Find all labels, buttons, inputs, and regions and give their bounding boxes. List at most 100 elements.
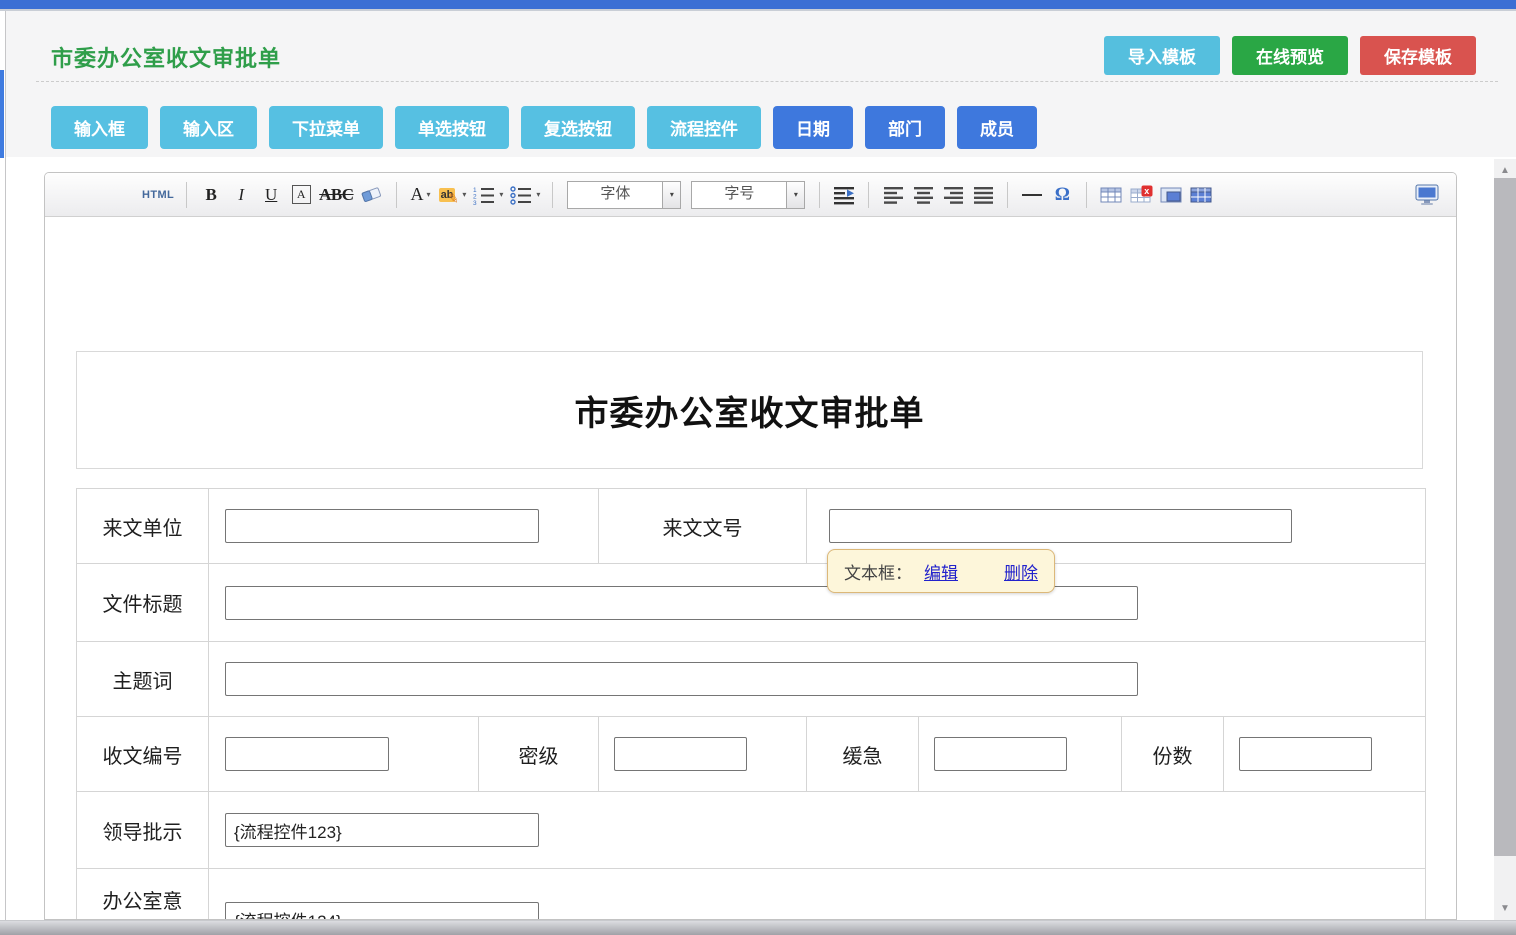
chevron-down-icon: ▾: [499, 190, 503, 199]
insert-department-button[interactable]: 部门: [865, 106, 945, 149]
receive-no-cell: [209, 717, 479, 792]
secrecy-label: 密级: [479, 717, 599, 792]
bottom-window-edge: [0, 920, 1516, 935]
indent-button[interactable]: [832, 180, 856, 210]
maximize-editor-button[interactable]: [1414, 180, 1440, 210]
edit-widget-link[interactable]: 编辑: [924, 559, 958, 584]
receive-no-input[interactable]: [225, 737, 389, 771]
leader-note-label: 领导批示: [77, 792, 209, 869]
content-area: HTML B I U A ABC A▾ ab✎▾ 123 ▾: [6, 157, 1516, 920]
insert-table-button[interactable]: [1099, 180, 1123, 210]
strikethrough-button[interactable]: ABC: [319, 180, 353, 210]
leader-note-cell: [209, 792, 1426, 869]
scroll-down-arrow[interactable]: ▼: [1494, 899, 1516, 917]
align-left-button[interactable]: [881, 180, 905, 210]
eraser-icon: [360, 185, 384, 205]
font-family-select[interactable]: 字体 ▾: [567, 181, 681, 209]
table-properties-icon: [1160, 186, 1182, 204]
from-unit-input[interactable]: [225, 509, 539, 543]
table-row: 办公室意: [77, 869, 1426, 920]
svg-text:x: x: [1144, 186, 1149, 196]
font-color-button[interactable]: A▾: [409, 180, 433, 210]
widget-tooltip: 文本框： 编辑 删除: [827, 549, 1055, 593]
table-row: 收文编号 密级 缓急 份数: [77, 717, 1426, 792]
toolbar-separator: [819, 182, 820, 208]
insert-dropdown-button[interactable]: 下拉菜单: [269, 106, 383, 149]
document-title: 市委办公室收文审批单: [575, 386, 925, 435]
from-unit-cell: [209, 489, 599, 564]
underline-button[interactable]: U: [259, 180, 283, 210]
align-center-button[interactable]: [911, 180, 935, 210]
italic-button[interactable]: I: [229, 180, 253, 210]
urgency-label: 缓急: [807, 717, 919, 792]
insert-date-button[interactable]: 日期: [773, 106, 853, 149]
special-char-button[interactable]: Ω: [1050, 180, 1074, 210]
insert-checkbox-button[interactable]: 复选按钮: [521, 106, 635, 149]
horizontal-line-icon: [1022, 194, 1042, 196]
table-row: 领导批示: [77, 792, 1426, 869]
vertical-scrollbar[interactable]: ▲ ▼: [1494, 159, 1516, 920]
unordered-list-button[interactable]: ▾: [509, 180, 540, 210]
ordered-list-button[interactable]: 123 ▾: [472, 180, 503, 210]
insert-input-box-button[interactable]: 输入框: [51, 106, 148, 149]
numbered-list-icon: 123: [472, 185, 496, 205]
chevron-down-icon: ▾: [536, 190, 540, 199]
font-style-button[interactable]: A: [289, 180, 313, 210]
remove-format-button[interactable]: [360, 180, 384, 210]
font-size-select[interactable]: 字号 ▾: [691, 181, 805, 209]
omega-icon: Ω: [1055, 184, 1070, 206]
delete-table-button[interactable]: x: [1129, 180, 1153, 210]
form-table: 来文单位 来文文号 文件标题 主题词 收文编号 密级: [76, 488, 1426, 919]
scroll-up-arrow[interactable]: ▲: [1494, 161, 1516, 179]
subject-input[interactable]: [225, 662, 1138, 696]
online-preview-button[interactable]: 在线预览: [1232, 36, 1348, 75]
office-opinion-input[interactable]: [225, 902, 539, 919]
delete-widget-link[interactable]: 删除: [1004, 559, 1038, 584]
urgency-input[interactable]: [934, 737, 1067, 771]
urgency-cell: [919, 717, 1122, 792]
html-source-button[interactable]: HTML: [142, 180, 174, 210]
editor-toolbar: HTML B I U A ABC A▾ ab✎▾ 123 ▾: [45, 173, 1456, 217]
document-title-cell: 市委办公室收文审批单: [76, 351, 1423, 469]
insert-radio-button[interactable]: 单选按钮: [395, 106, 509, 149]
cell-properties-button[interactable]: [1189, 180, 1213, 210]
horizontal-rule-button[interactable]: [1020, 180, 1044, 210]
pencil-icon: ✎: [447, 190, 461, 208]
rich-text-editor-canvas[interactable]: 市委办公室收文审批单 来文单位 来文文号 文件标题 主题: [45, 218, 1456, 919]
toolbar-separator: [1086, 182, 1087, 208]
top-blue-bar: [0, 0, 1516, 9]
cell-properties-icon: [1190, 186, 1212, 204]
insert-flow-control-button[interactable]: 流程控件: [647, 106, 761, 149]
page-title: 市委办公室收文审批单: [51, 41, 281, 73]
toolbar-separator: [186, 182, 187, 208]
bold-button[interactable]: B: [199, 180, 223, 210]
tooltip-label: 文本框：: [844, 559, 912, 584]
rich-text-editor: HTML B I U A ABC A▾ ab✎▾ 123 ▾: [44, 172, 1457, 920]
indent-icon: [832, 185, 856, 205]
secrecy-input[interactable]: [614, 737, 747, 771]
align-left-icon: [882, 185, 905, 205]
align-right-button[interactable]: [941, 180, 965, 210]
office-opinion-label: 办公室意: [77, 869, 209, 920]
highlight-color-button[interactable]: ab✎▾: [439, 180, 467, 210]
save-template-button[interactable]: 保存模板: [1360, 36, 1476, 75]
align-right-icon: [942, 185, 965, 205]
scrollbar-thumb[interactable]: [1494, 178, 1516, 856]
svg-text:3: 3: [473, 200, 477, 205]
justify-button[interactable]: [971, 180, 995, 210]
subject-label: 主题词: [77, 642, 209, 717]
chevron-down-icon: ▾: [462, 190, 466, 199]
header-divider: [36, 81, 1498, 82]
table-properties-button[interactable]: [1159, 180, 1183, 210]
copies-cell: [1224, 717, 1426, 792]
insert-member-button[interactable]: 成员: [957, 106, 1037, 149]
doc-number-input[interactable]: [829, 509, 1292, 543]
insert-input-area-button[interactable]: 输入区: [160, 106, 257, 149]
monitor-icon: [1414, 184, 1440, 206]
leader-note-input[interactable]: [225, 813, 539, 847]
import-template-button[interactable]: 导入模板: [1104, 36, 1220, 75]
from-unit-label: 来文单位: [77, 489, 209, 564]
copies-input[interactable]: [1239, 737, 1372, 771]
toolbar-separator: [552, 182, 553, 208]
boxed-a-icon: A: [292, 185, 311, 204]
